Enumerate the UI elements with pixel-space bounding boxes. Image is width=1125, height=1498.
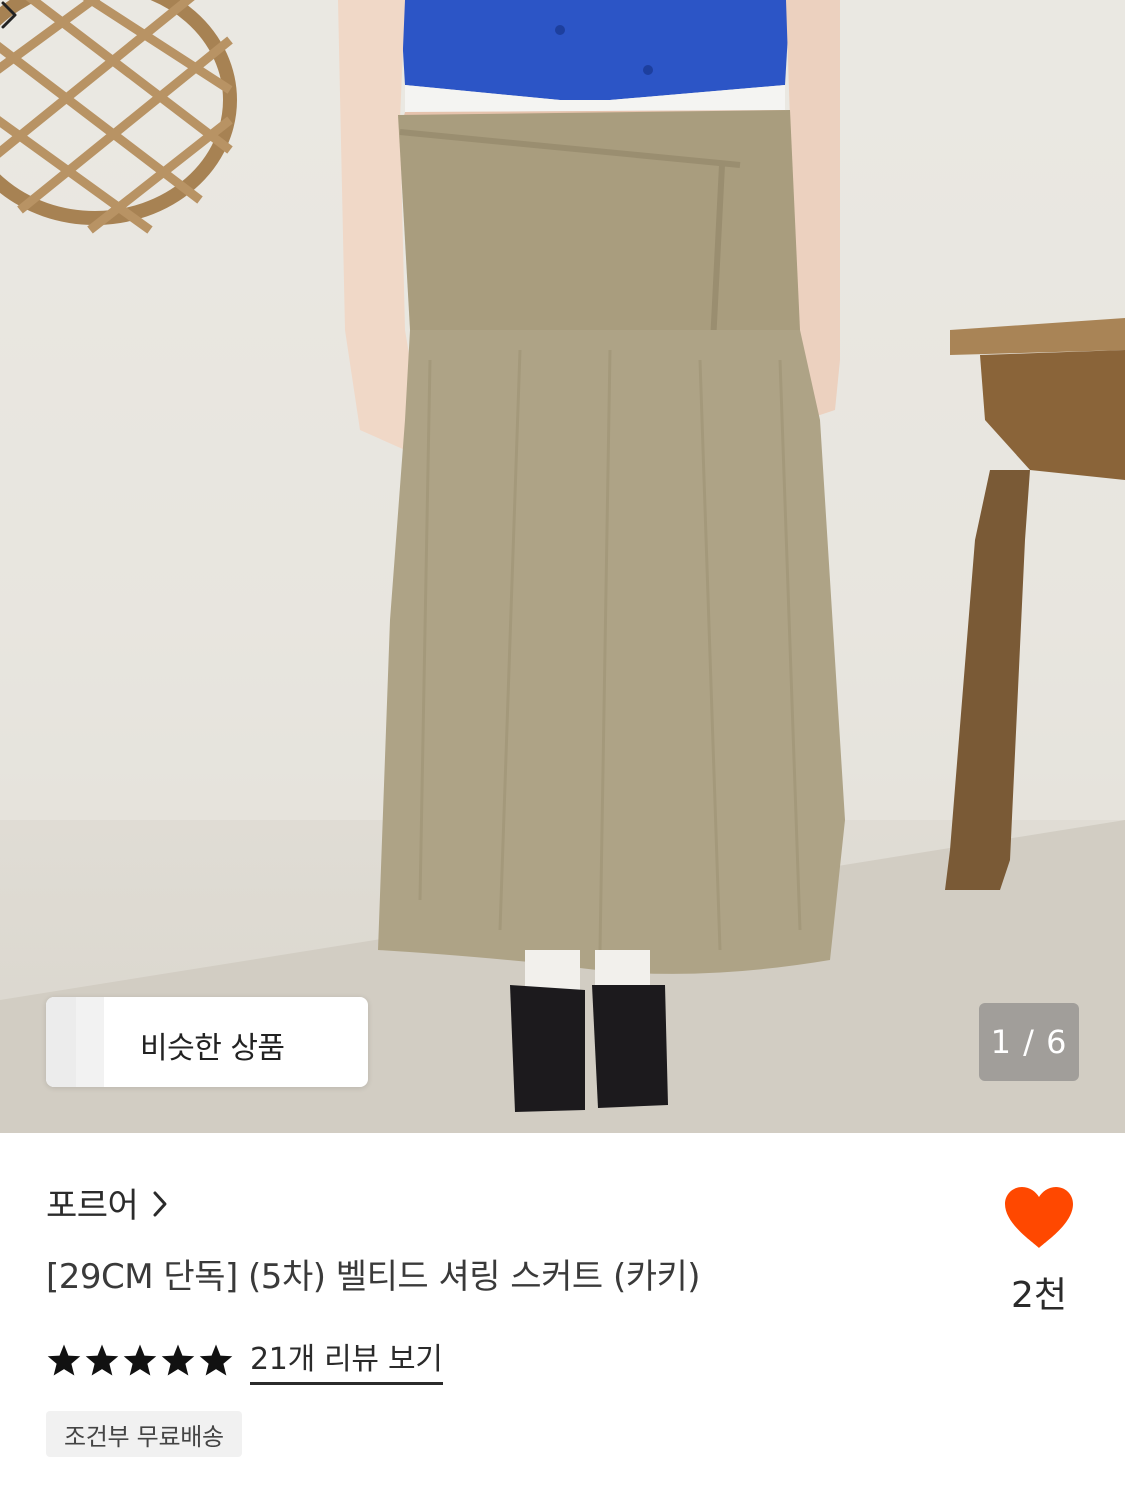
product-photo xyxy=(0,0,1125,1133)
similar-thumbnail xyxy=(46,997,78,1087)
product-title: [29CM 단독] (5차) 벨티드 셔링 스커트 (카키) xyxy=(46,1257,701,1297)
star-rating xyxy=(46,1343,234,1377)
star-icon xyxy=(161,1343,195,1376)
similar-products-button[interactable]: 비슷한 상품 xyxy=(46,997,368,1087)
like-count: 2천 xyxy=(1010,1275,1068,1316)
rating-row: 21개 리뷰 보기 xyxy=(46,1334,443,1385)
image-counter: 1 / 6 xyxy=(979,1003,1079,1081)
brand-name: 포르어 xyxy=(46,1186,139,1226)
star-icon xyxy=(123,1343,157,1376)
shipping-badge: 조건부 무료배송 xyxy=(46,1411,242,1457)
like-button[interactable] xyxy=(1001,1186,1077,1254)
chevron-right-icon xyxy=(153,1191,167,1216)
star-icon xyxy=(85,1343,119,1376)
star-icon xyxy=(199,1343,233,1376)
review-link[interactable]: 21개 리뷰 보기 xyxy=(250,1334,443,1385)
heart-icon xyxy=(1005,1187,1073,1248)
star-icon xyxy=(47,1343,81,1376)
brand-link[interactable]: 포르어 xyxy=(46,1178,168,1227)
similar-thumbnail xyxy=(76,997,104,1087)
product-image[interactable]: 비슷한 상품 1 / 6 xyxy=(0,0,1125,1133)
similar-products-label: 비슷한 상품 xyxy=(140,1031,285,1066)
chevron-right-icon xyxy=(1,1,17,29)
similar-thumbnails xyxy=(46,997,104,1087)
